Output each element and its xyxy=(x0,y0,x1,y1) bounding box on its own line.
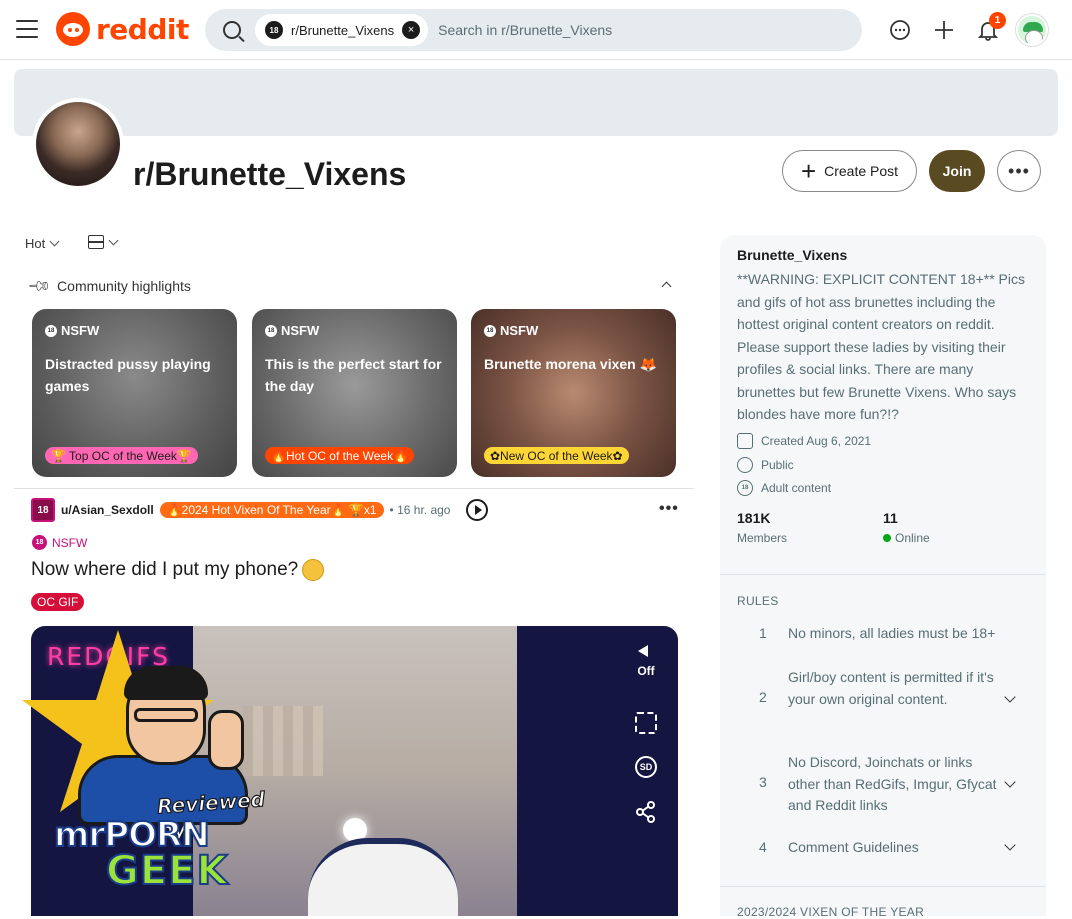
created-date: Created Aug 6, 2021 xyxy=(737,433,871,449)
create-icon[interactable] xyxy=(928,12,960,48)
chevron-down-icon xyxy=(1004,776,1016,788)
online-dot-icon xyxy=(883,534,891,542)
sort-dropdown[interactable]: Hot xyxy=(25,236,60,251)
more-options-button[interactable]: ••• xyxy=(997,150,1041,192)
create-post-button[interactable]: + Create Post xyxy=(782,150,917,192)
mute-label: Off xyxy=(637,664,655,678)
search-scope-label: r/Brunette_Vixens xyxy=(291,22,395,38)
nsfw-tag: 18 NSFW xyxy=(484,323,538,338)
reddit-logo[interactable]: reddit xyxy=(56,12,189,46)
chevron-down-icon xyxy=(1004,691,1016,703)
thumbs-up-icon xyxy=(208,710,244,770)
sd-quality-icon: SD xyxy=(635,756,657,778)
review-watermark: Reviewed by mrPORN GEEK xyxy=(18,630,288,900)
community-sidebar: Brunette_Vixens **WARNING: EXPLICIT CONT… xyxy=(720,235,1046,919)
highlight-card[interactable]: 18 NSFW Distracted pussy playing games 🏆 … xyxy=(32,309,237,477)
highlight-title: Brunette morena vixen 🦊 xyxy=(484,356,658,372)
community-title: r/Brunette_Vixens xyxy=(133,156,407,192)
snoo-icon xyxy=(56,12,90,46)
community-banner xyxy=(14,69,1058,136)
sidebar-description: **WARNING: EXPLICIT CONTENT 18+** Pics a… xyxy=(737,271,1025,422)
pin-icon: 📌︎ xyxy=(26,273,52,300)
play-icon[interactable] xyxy=(466,499,489,521)
nsfw-tag: 18 NSFW xyxy=(45,323,99,338)
view-dropdown[interactable] xyxy=(88,235,119,249)
notification-badge: 1 xyxy=(989,12,1006,29)
sidebar-divider xyxy=(720,886,1046,887)
content-rating: 18 Adult content xyxy=(737,480,831,496)
search-input[interactable]: Search in r/Brunette_Vixens xyxy=(438,22,612,38)
clear-scope-icon[interactable]: × xyxy=(402,21,421,39)
sidebar-community-name: Brunette_Vixens xyxy=(737,247,848,263)
monocle-emoji-icon xyxy=(302,559,325,581)
online-stat: 11 Online xyxy=(883,510,930,545)
chevron-up-icon[interactable] xyxy=(661,281,672,292)
search-bar[interactable]: 18 r/Brunette_Vixens × Search in r/Brune… xyxy=(205,9,862,51)
nsfw-18-icon: 18 xyxy=(32,535,47,550)
rules-header: RULES xyxy=(737,594,779,608)
highlight-flair: 🔥Hot OC of the Week🔥 xyxy=(265,447,415,464)
highlight-title: This is the perfect start for the day xyxy=(265,356,442,394)
user-avatar[interactable] xyxy=(1016,14,1048,46)
watermark-brand-bottom: GEEK xyxy=(105,847,229,895)
quality-button[interactable]: SD xyxy=(631,756,661,778)
speaker-muted-icon xyxy=(636,642,656,660)
sidebar-divider xyxy=(720,574,1046,575)
post-more-options[interactable]: ••• xyxy=(659,500,679,518)
sort-label: Hot xyxy=(25,236,46,251)
chevron-down-icon xyxy=(1004,839,1016,851)
search-scope-chip[interactable]: 18 r/Brunette_Vixens × xyxy=(255,14,429,46)
share-button[interactable] xyxy=(631,800,661,827)
create-post-label: Create Post xyxy=(824,163,899,179)
highlight-flair: ✿New OC of the Week✿ xyxy=(484,447,629,464)
nsfw-18-icon: 18 xyxy=(265,21,283,39)
post-flair: OC GIF xyxy=(31,593,85,611)
fullscreen-icon xyxy=(635,712,657,734)
chat-icon[interactable] xyxy=(884,12,916,48)
card-view-icon xyxy=(88,235,104,249)
notification-bell-icon[interactable]: 1 xyxy=(972,12,1006,48)
community-avatar xyxy=(32,98,124,190)
post-header: 18 u/Asian_Sexdoll 🔥2024 Hot Vixen Of Th… xyxy=(31,498,489,522)
members-stat: 181K Members xyxy=(737,510,788,545)
chevron-down-icon xyxy=(108,235,119,245)
highlight-card[interactable]: 18 NSFW This is the perfect start for the… xyxy=(252,309,457,477)
vixen-of-year-header: 2023/2024 VIXEN OF THE YEAR xyxy=(737,905,925,919)
plus-icon: + xyxy=(800,156,817,186)
author-avatar[interactable]: 18 xyxy=(31,498,55,522)
cake-icon xyxy=(737,433,753,449)
highlight-card[interactable]: 18 NSFW Brunette morena vixen 🦊 ✿New OC o… xyxy=(471,309,676,477)
author-name[interactable]: u/Asian_Sexdoll xyxy=(61,503,154,517)
join-button[interactable]: Join xyxy=(929,150,985,192)
fullscreen-button[interactable] xyxy=(631,712,661,734)
logo-text: reddit xyxy=(96,12,189,46)
post-title[interactable]: Now where did I put my phone? xyxy=(31,559,325,581)
visibility: Public xyxy=(737,457,794,473)
post-time: • 16 hr. ago xyxy=(389,503,451,517)
highlights-label: Community highlights xyxy=(57,278,191,294)
post-nsfw-tag: 18 NSFW xyxy=(32,535,87,550)
globe-icon xyxy=(737,457,753,473)
search-icon xyxy=(223,21,241,39)
highlight-flair: 🏆 Top OC of the Week🏆 xyxy=(45,447,198,464)
top-bar: reddit 18 r/Brunette_Vixens × Search in … xyxy=(0,0,1072,60)
menu-icon[interactable] xyxy=(16,20,38,38)
nsfw-18-icon: 18 xyxy=(737,480,753,496)
share-icon xyxy=(636,801,655,823)
chevron-down-icon xyxy=(49,236,60,247)
mute-button[interactable]: Off xyxy=(631,642,661,678)
feed-divider xyxy=(14,488,694,489)
highlight-title: Distracted pussy playing games xyxy=(45,356,211,394)
community-highlights-header: 📌︎ Community highlights xyxy=(26,274,672,299)
author-flair: 🔥2024 Hot Vixen Of The Year🔥 🏆x1 xyxy=(159,502,384,518)
nsfw-tag: 18 NSFW xyxy=(265,323,319,338)
